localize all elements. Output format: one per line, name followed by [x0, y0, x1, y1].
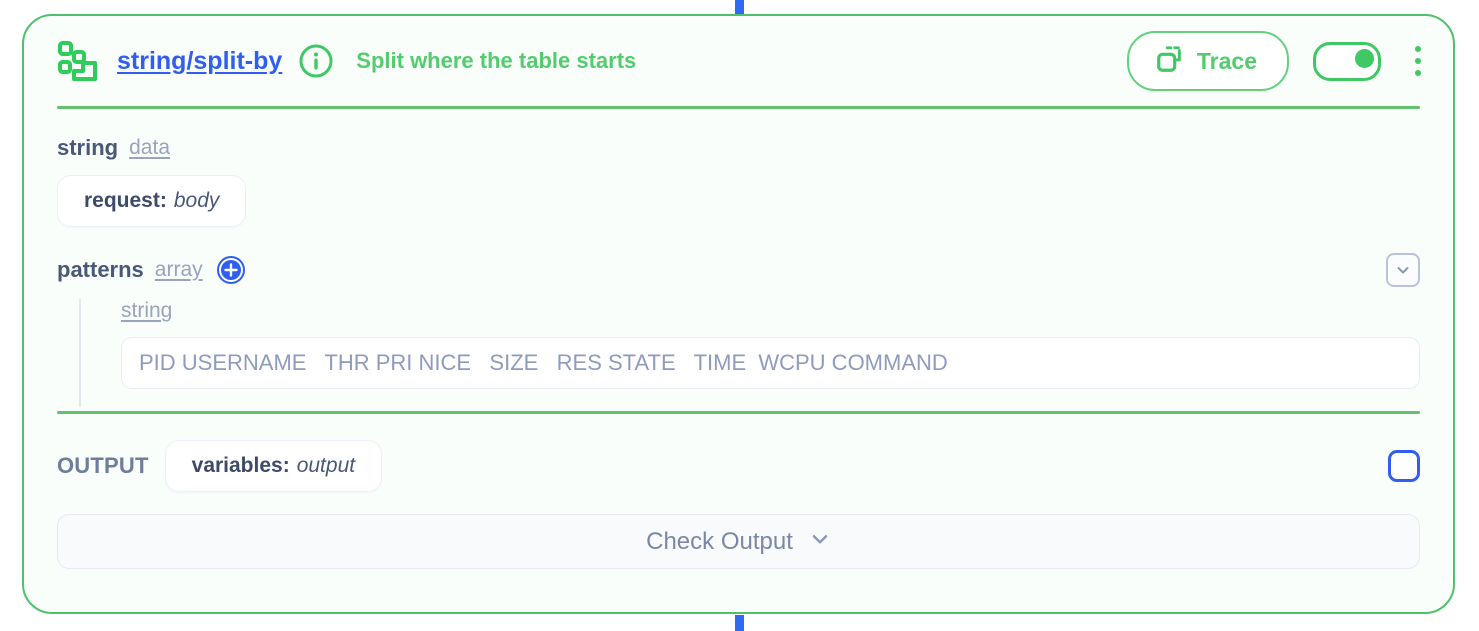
node-body: string data request: body patterns array [24, 109, 1453, 569]
chevron-down-icon [809, 528, 831, 555]
pill-value: output [296, 454, 356, 477]
toggle-knob [1355, 48, 1374, 68]
plus-circle-icon[interactable] [216, 256, 245, 284]
pill-value: body [173, 189, 220, 212]
node-enabled-toggle[interactable] [1313, 41, 1381, 81]
pill-key: request: [84, 189, 167, 212]
flow-canvas: string/split-by Split where the table st… [0, 0, 1479, 631]
output-variables-pill[interactable]: variables: output [164, 440, 383, 492]
kebab-dot [1415, 46, 1421, 52]
split-by-node-card: string/split-by Split where the table st… [22, 14, 1455, 614]
copy-trace-icon [1155, 44, 1185, 79]
field-label-patterns: patterns array [57, 253, 1420, 287]
output-checkbox[interactable] [1388, 450, 1420, 482]
field-type-data[interactable]: data [129, 136, 170, 160]
node-type-link[interactable]: string/split-by [117, 47, 282, 76]
pill-key: variables: [191, 454, 290, 477]
patterns-items-group: string PID USERNAME THR PRI NICE SIZE RE… [79, 299, 1420, 407]
split-blocks-icon [57, 39, 101, 83]
kebab-dot [1415, 70, 1421, 76]
node-header-actions: Trace [1126, 31, 1431, 91]
output-label: OUTPUT [57, 453, 149, 478]
field-name-string: string [57, 135, 119, 160]
node-header-left: string/split-by Split where the table st… [57, 39, 1127, 83]
patterns-collapse-button[interactable] [1386, 253, 1420, 287]
pattern-item-type[interactable]: string [121, 299, 172, 322]
check-output-label: Check Output [646, 527, 793, 555]
trace-button-label: Trace [1196, 47, 1257, 74]
output-row: OUTPUT variables: output [57, 440, 1420, 492]
field-name-patterns: patterns [57, 257, 144, 282]
output-divider [57, 411, 1420, 414]
node-header: string/split-by Split where the table st… [24, 16, 1453, 106]
check-output-bar[interactable]: Check Output [57, 514, 1420, 569]
kebab-dot [1415, 58, 1421, 64]
chevron-down-icon [1397, 267, 1409, 274]
data-value-row: request: body [57, 175, 1420, 227]
field-label-data: string data [57, 135, 1420, 161]
field-type-array[interactable]: array [155, 258, 203, 282]
pattern-item-input[interactable]: PID USERNAME THR PRI NICE SIZE RES STATE… [121, 337, 1420, 389]
request-body-pill[interactable]: request: body [57, 175, 247, 227]
connector-line-bottom [735, 615, 744, 631]
info-circle-icon[interactable] [298, 43, 334, 79]
node-title: Split where the table starts [356, 48, 637, 73]
trace-button[interactable]: Trace [1126, 31, 1289, 91]
kebab-menu-icon[interactable] [1405, 41, 1431, 81]
